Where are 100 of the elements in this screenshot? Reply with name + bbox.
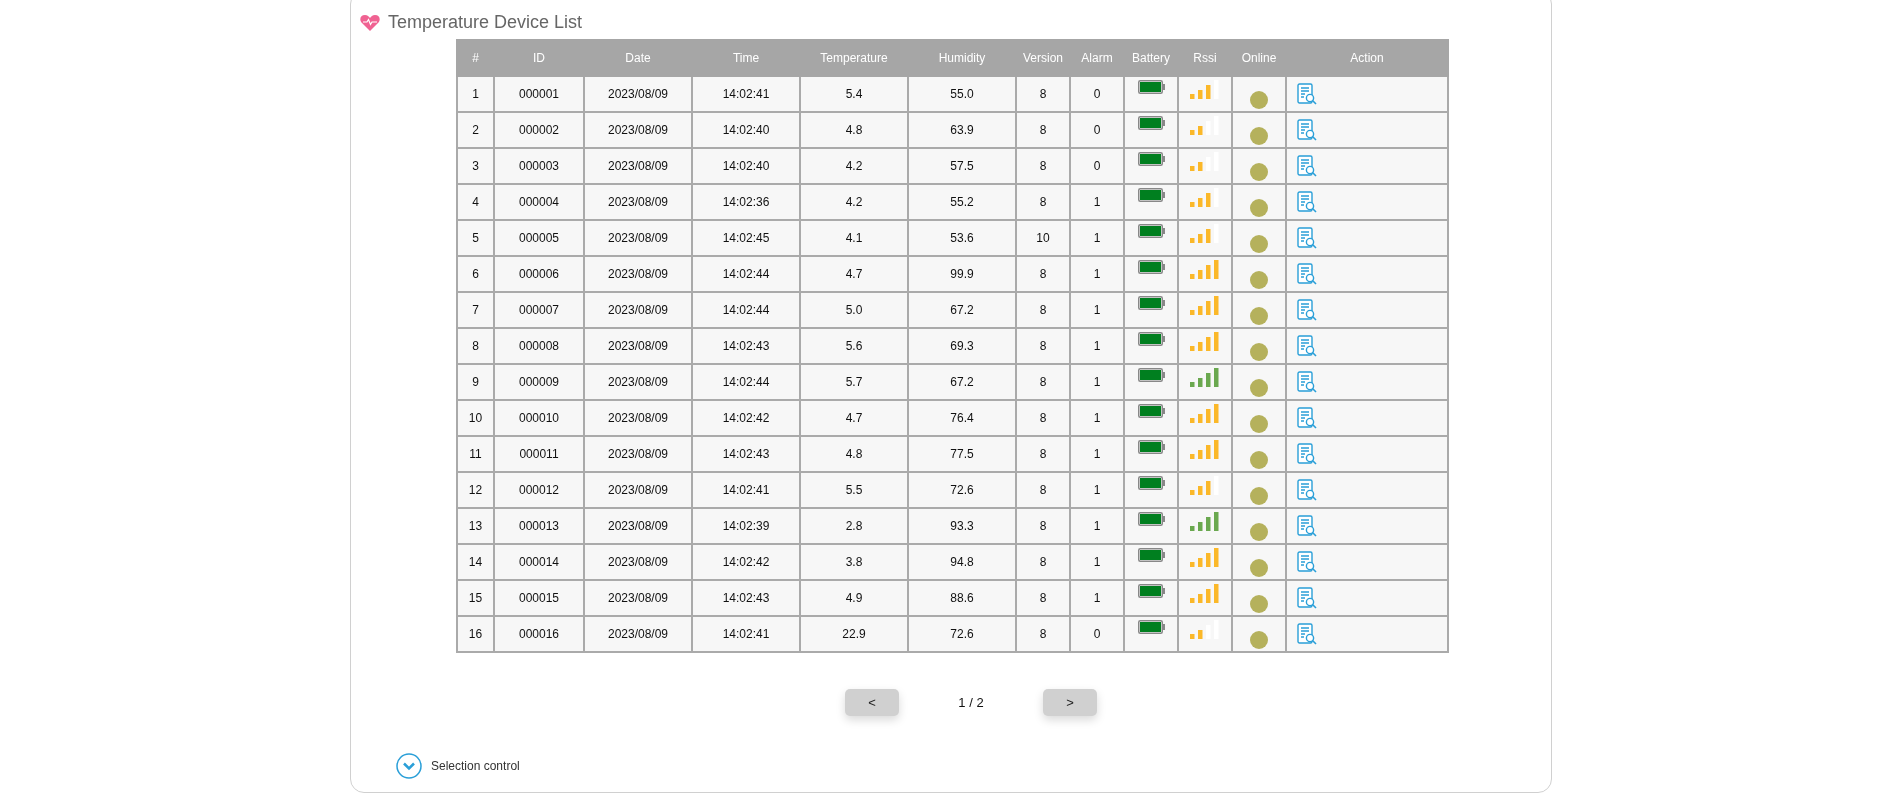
table-cell: 99.9 [908,256,1016,292]
selection-control-label[interactable]: Selection control [431,759,520,773]
view-report-icon[interactable] [1297,622,1317,646]
table-cell: 67.2 [908,364,1016,400]
table-cell: 22.9 [800,616,908,652]
table-cell: 8 [1016,544,1070,580]
table-cell: 4.7 [800,400,908,436]
table-cell: 2023/08/09 [584,184,692,220]
column-header: Version [1016,40,1070,76]
view-report-icon[interactable] [1297,370,1317,394]
table-cell: 2023/08/09 [584,328,692,364]
battery-icon [1137,224,1165,238]
view-report-icon[interactable] [1297,514,1317,538]
table-cell: 1 [1070,256,1124,292]
table-cell: 8 [1016,472,1070,508]
column-header: Rssi [1178,40,1232,76]
next-page-button[interactable]: > [1043,689,1097,716]
table-cell: 8 [1016,328,1070,364]
table-cell: 2023/08/09 [584,580,692,616]
table-cell: 0 [1070,148,1124,184]
table-cell: 4.2 [800,148,908,184]
battery-icon [1137,368,1165,382]
view-report-icon[interactable] [1297,406,1317,430]
table-cell: 1 [1070,580,1124,616]
view-report-icon[interactable] [1297,298,1317,322]
table-cell: 2023/08/09 [584,544,692,580]
table-cell: 1 [1070,184,1124,220]
table-cell: 1 [1070,292,1124,328]
table-cell: 2023/08/09 [584,292,692,328]
table-cell: 3 [457,148,494,184]
table-cell: 14:02:44 [692,364,800,400]
table-cell: 88.6 [908,580,1016,616]
view-report-icon[interactable] [1297,442,1317,466]
battery-icon [1137,620,1165,634]
view-report-icon[interactable] [1297,550,1317,574]
table-cell: 9 [457,364,494,400]
table-cell: 14:02:44 [692,292,800,328]
table-cell: 55.0 [908,76,1016,112]
table-cell: 8 [1016,112,1070,148]
table-cell: 77.5 [908,436,1016,472]
view-report-icon[interactable] [1297,226,1317,250]
battery-icon [1137,80,1165,94]
column-header: Time [692,40,800,76]
view-report-icon[interactable] [1297,334,1317,358]
table-cell: 2023/08/09 [584,256,692,292]
table-cell: 1 [1070,544,1124,580]
panel-title: Temperature Device List [388,11,583,33]
table-cell: 000016 [494,616,584,652]
table-cell: 14:02:36 [692,184,800,220]
table-cell: 5.5 [800,472,908,508]
expand-chevron-icon[interactable] [396,753,422,779]
heart-icon [360,13,380,31]
view-report-icon[interactable] [1297,262,1317,286]
table-cell: 14:02:43 [692,580,800,616]
table-cell: 5.6 [800,328,908,364]
table-cell: 55.2 [908,184,1016,220]
table-cell: 8 [1016,508,1070,544]
column-header: Humidity [908,40,1016,76]
table-cell: 10 [457,400,494,436]
column-header: ID [494,40,584,76]
table-cell: 13 [457,508,494,544]
table-cell: 14:02:44 [692,256,800,292]
view-report-icon[interactable] [1297,586,1317,610]
table-cell: 8 [1016,184,1070,220]
battery-icon [1137,548,1165,562]
table-cell: 000015 [494,580,584,616]
table-cell: 14:02:41 [692,472,800,508]
view-report-icon[interactable] [1297,478,1317,502]
table-cell: 2023/08/09 [584,112,692,148]
table-cell: 1 [1070,364,1124,400]
table-cell: 10 [1016,220,1070,256]
table-cell: 14:02:41 [692,616,800,652]
table-cell: 14:02:43 [692,436,800,472]
table-cell: 000006 [494,256,584,292]
battery-icon [1137,476,1165,490]
table-cell: 000010 [494,400,584,436]
battery-icon [1137,332,1165,346]
table-cell: 94.8 [908,544,1016,580]
table-cell: 4.9 [800,580,908,616]
table-cell: 2023/08/09 [584,220,692,256]
view-report-icon[interactable] [1297,154,1317,178]
view-report-icon[interactable] [1297,118,1317,142]
table-cell: 57.5 [908,148,1016,184]
previous-page-button[interactable]: < [845,689,899,716]
table-cell: 14:02:45 [692,220,800,256]
table-cell: 53.6 [908,220,1016,256]
view-report-icon[interactable] [1297,82,1317,106]
table-cell: 14:02:43 [692,328,800,364]
table-cell: 67.2 [908,292,1016,328]
battery-icon [1137,152,1165,166]
table-cell: 72.6 [908,472,1016,508]
table-cell: 0 [1070,112,1124,148]
column-header: Battery [1124,40,1178,76]
table-cell: 76.4 [908,400,1016,436]
table-cell: 8 [1016,400,1070,436]
view-report-icon[interactable] [1297,190,1317,214]
table-cell: 000002 [494,112,584,148]
table-cell: 6 [457,256,494,292]
table-cell: 4.2 [800,184,908,220]
table-cell: 0 [1070,616,1124,652]
